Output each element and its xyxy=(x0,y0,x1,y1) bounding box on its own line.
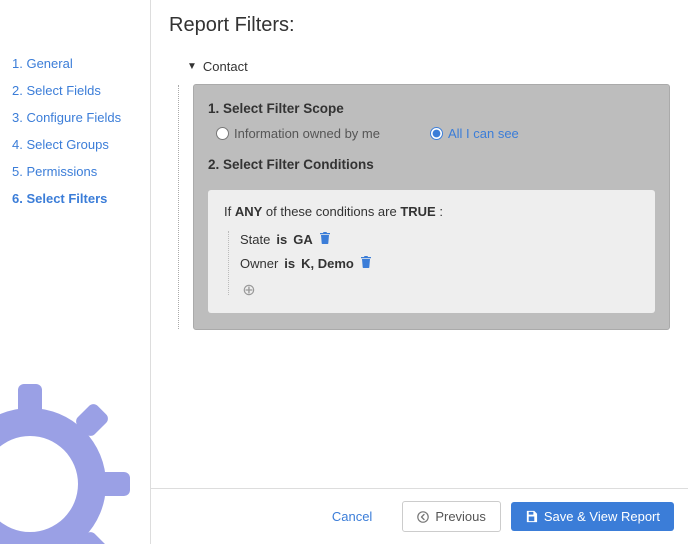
scope-radio-all-input[interactable] xyxy=(430,127,443,140)
scope-radio-owned-input[interactable] xyxy=(216,127,229,140)
previous-button[interactable]: Previous xyxy=(402,501,501,532)
wizard-sidebar: 1. General 2. Select Fields 3. Configure… xyxy=(0,0,150,544)
footer-actions: Cancel Previous Save & View Report xyxy=(151,488,688,544)
save-view-report-button[interactable]: Save & View Report xyxy=(511,502,674,531)
cancel-button[interactable]: Cancel xyxy=(318,502,386,531)
scope-radio-owned-label: Information owned by me xyxy=(234,126,380,141)
caret-down-icon: ▼ xyxy=(187,61,197,72)
condition-row[interactable]: Owner is K, Demo xyxy=(240,251,639,275)
arrow-left-icon xyxy=(417,511,429,523)
sidebar-step-select-fields[interactable]: 2. Select Fields xyxy=(12,77,150,104)
scope-radio-all[interactable]: All I can see xyxy=(430,126,519,141)
previous-button-label: Previous xyxy=(435,509,486,524)
cond-intro-bool: TRUE xyxy=(400,204,435,219)
scope-heading: 1. Select Filter Scope xyxy=(208,99,655,126)
cond-intro-suffix: : xyxy=(436,204,443,219)
condition-op: is xyxy=(276,232,287,247)
gear-decoration-icon xyxy=(0,384,130,544)
tree-node-contact[interactable]: ▼ Contact xyxy=(169,55,670,84)
cond-intro-quant: ANY xyxy=(235,204,262,219)
sidebar-step-select-groups[interactable]: 4. Select Groups xyxy=(12,131,150,158)
save-icon xyxy=(525,510,538,523)
condition-row[interactable]: State is GA xyxy=(240,227,639,251)
tree-node-label: Contact xyxy=(203,59,248,74)
sidebar-step-configure-fields[interactable]: 3. Configure Fields xyxy=(12,104,150,131)
scope-radio-owned[interactable]: Information owned by me xyxy=(216,126,380,141)
sidebar-step-select-filters[interactable]: 6. Select Filters xyxy=(12,185,150,212)
condition-field: State xyxy=(240,232,270,247)
trash-icon[interactable] xyxy=(319,231,331,247)
conditions-heading: 2. Select Filter Conditions xyxy=(208,155,655,182)
condition-value: K, Demo xyxy=(301,256,354,271)
condition-value: GA xyxy=(293,232,313,247)
conditions-intro: If ANY of these conditions are TRUE : xyxy=(224,204,639,227)
cond-intro-prefix: If xyxy=(224,204,235,219)
add-condition-button[interactable]: ⊕ xyxy=(240,281,258,299)
sidebar-step-permissions[interactable]: 5. Permissions xyxy=(12,158,150,185)
conditions-panel: If ANY of these conditions are TRUE : St… xyxy=(208,190,655,313)
page-title: Report Filters: xyxy=(151,0,688,55)
trash-icon[interactable] xyxy=(360,255,372,271)
scope-radio-all-label: All I can see xyxy=(448,126,519,141)
sidebar-step-general[interactable]: 1. General xyxy=(12,50,150,77)
condition-op: is xyxy=(284,256,295,271)
cond-intro-mid: of these conditions are xyxy=(262,204,400,219)
filter-config-panel: 1. Select Filter Scope Information owned… xyxy=(193,84,670,330)
save-button-label: Save & View Report xyxy=(544,509,660,524)
condition-field: Owner xyxy=(240,256,278,271)
